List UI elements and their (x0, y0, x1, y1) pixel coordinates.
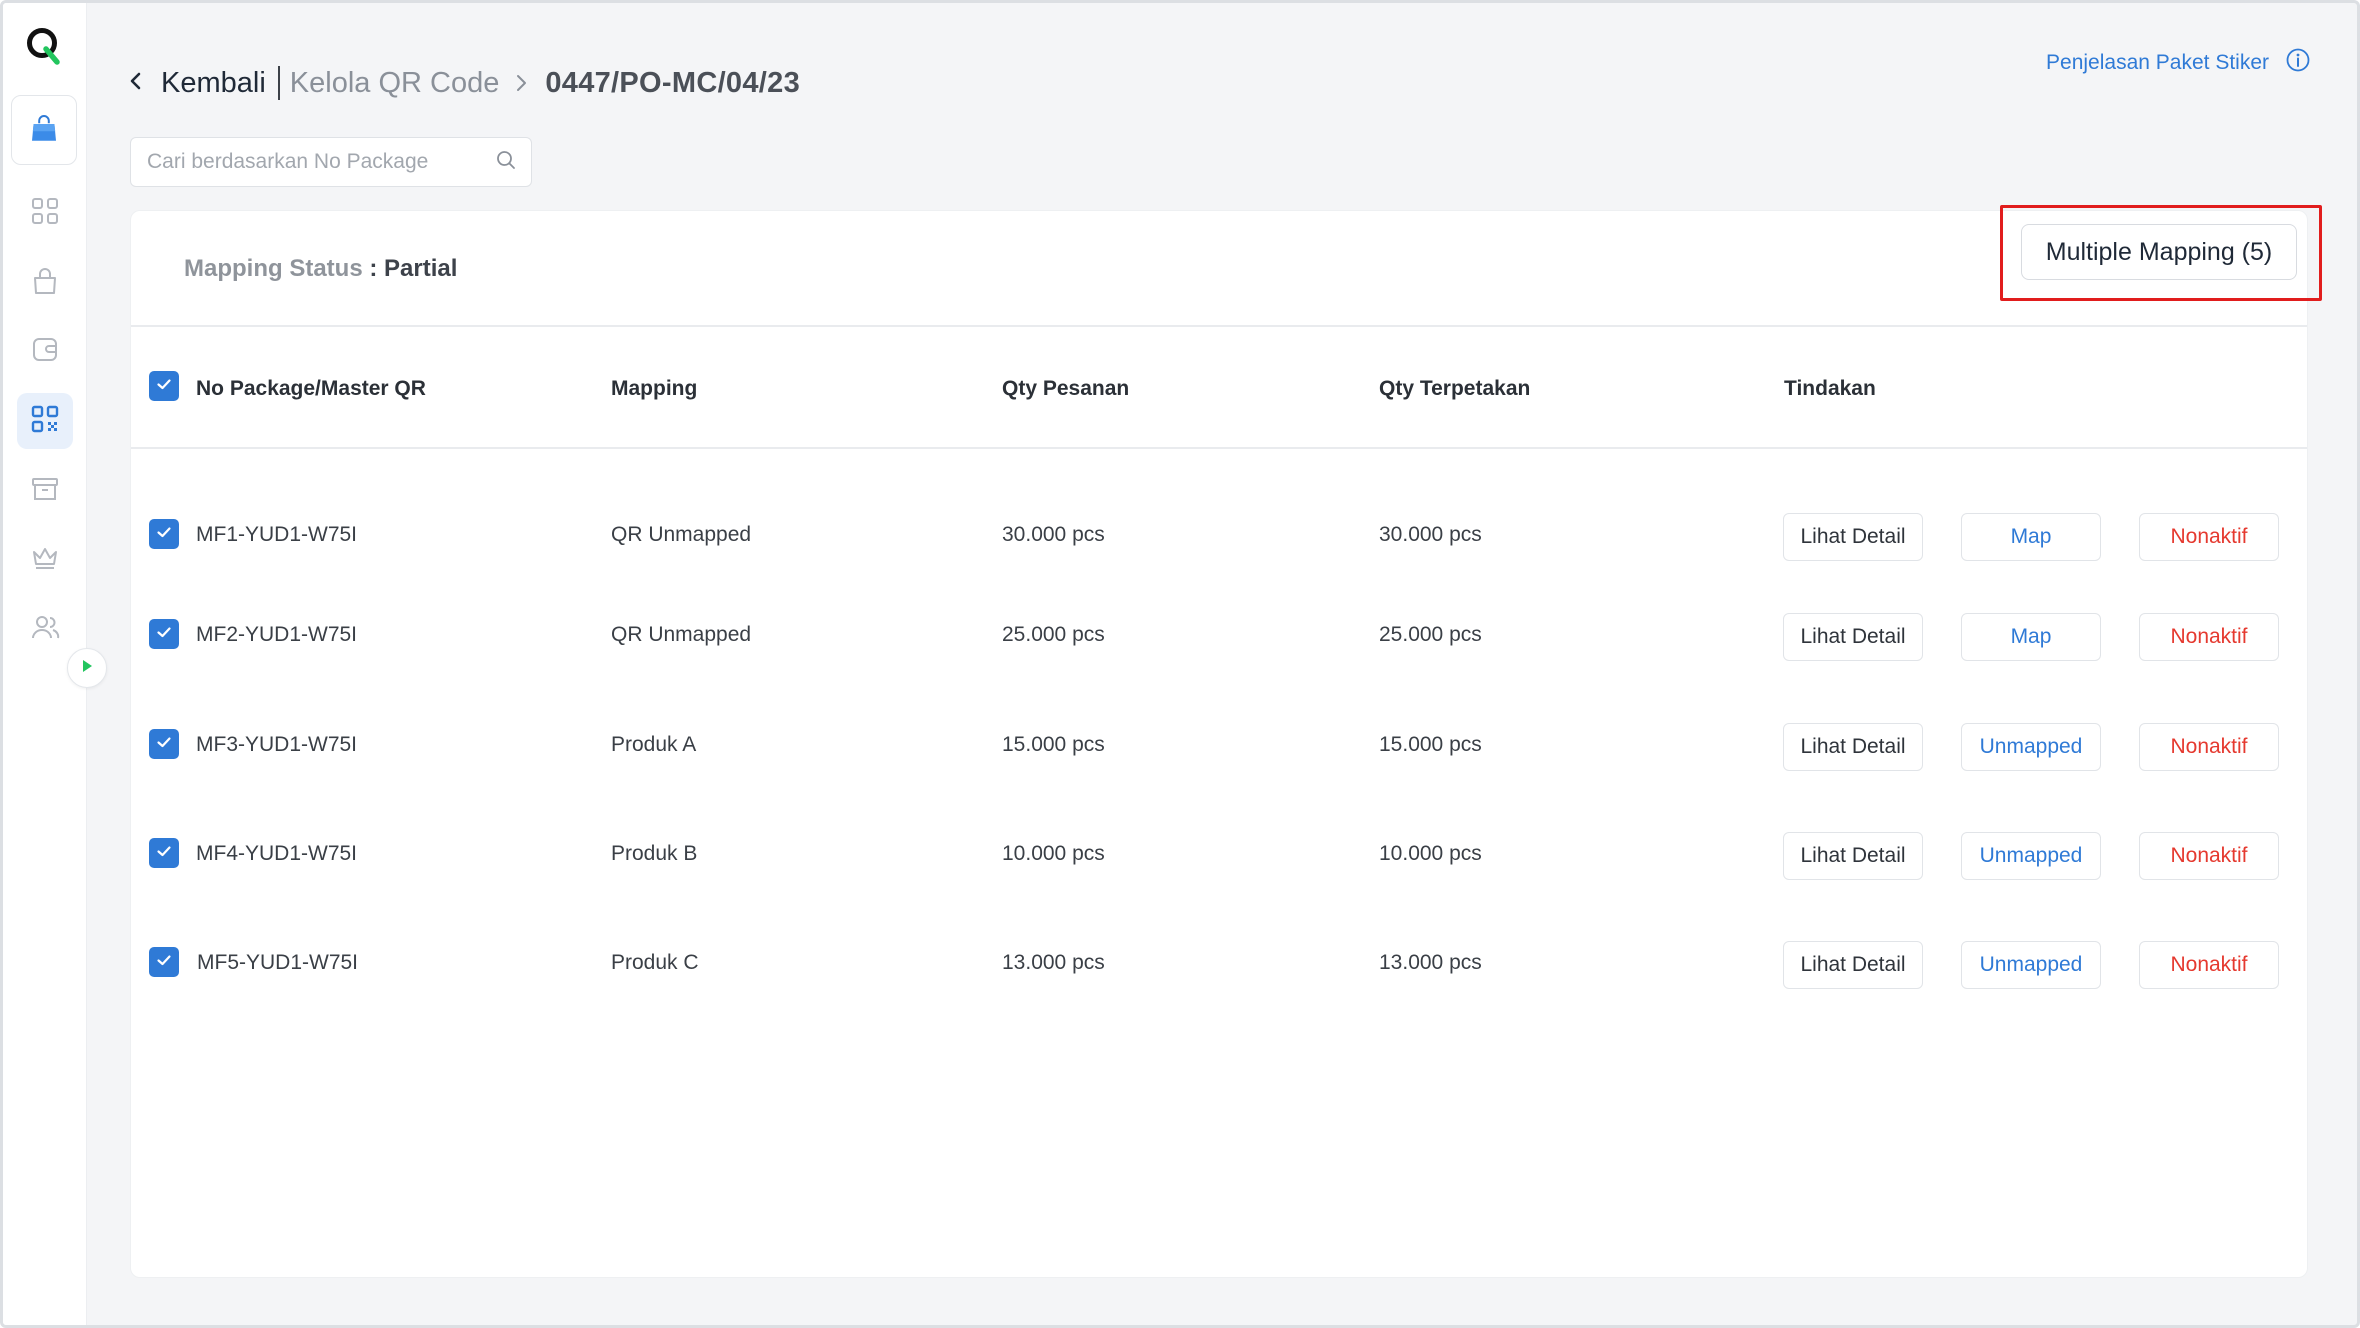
search-icon[interactable] (495, 149, 517, 176)
multiple-mapping-button[interactable]: Multiple Mapping (5) (2021, 224, 2297, 280)
column-header-actions: Tindakan (1784, 377, 1876, 400)
crown-icon (29, 541, 61, 578)
cell-mapping: Produk A (611, 733, 697, 756)
table-row: MF1-YUD1-W75I QR Unmapped 30.000 pcs 30.… (131, 513, 2307, 573)
checkmark-icon (154, 732, 174, 757)
checkmark-icon (154, 841, 174, 866)
cell-qty-printed: 13.000 pcs (1379, 951, 1482, 974)
unmap-button[interactable]: Unmapped (1961, 941, 2101, 989)
deactivate-button[interactable]: Nonaktif (2139, 941, 2279, 989)
sidebar-item-wallet[interactable] (17, 323, 73, 379)
row-checkbox[interactable] (149, 838, 179, 868)
deactivate-button[interactable]: Nonaktif (2139, 832, 2279, 880)
cell-mapping: Produk C (611, 951, 699, 974)
deactivate-button[interactable]: Nonaktif (2139, 723, 2279, 771)
unmap-button[interactable]: Unmapped (1961, 832, 2101, 880)
shopping-bag-icon (28, 112, 60, 149)
cell-mapping: Produk B (611, 842, 698, 865)
help-link-label: Penjelasan Paket Stiker (2046, 51, 2269, 74)
mapping-card: Mapping Status : Partial Multiple Mappin… (130, 205, 2322, 1278)
deactivate-button[interactable]: Nonaktif (2139, 613, 2279, 661)
view-detail-button[interactable]: Lihat Detail (1783, 513, 1923, 561)
cell-qty-printed: 15.000 pcs (1379, 733, 1482, 756)
cell-package: MF1-YUD1-W75I (196, 523, 358, 546)
table-row: MF3-YUD1-W75I Produk A 15.000 pcs 15.000… (131, 723, 2307, 783)
sidebar-expand-button[interactable] (67, 648, 107, 688)
column-header-package: No Package/Master QR (196, 377, 426, 400)
sidebar-item-orders[interactable] (17, 255, 73, 311)
chevron-right-icon (513, 72, 531, 94)
cell-qty-order: 30.000 pcs (1002, 523, 1105, 546)
chevron-left-icon (125, 67, 161, 100)
checkmark-icon (154, 950, 174, 975)
search-input[interactable] (147, 150, 495, 174)
cell-package: MF2-YUD1-W75I (196, 623, 358, 646)
map-button[interactable]: Map (1961, 513, 2101, 561)
checkmark-icon (154, 374, 174, 399)
cell-qty-printed: 10.000 pcs (1379, 842, 1482, 865)
sidebar-item-rewards[interactable] (17, 531, 73, 587)
breadcrumb-divider (277, 66, 280, 100)
column-header-qty-order: Qty Pesanan (1002, 377, 1130, 400)
cell-package: MF4-YUD1-W75I (196, 842, 358, 865)
mapping-status: Mapping Status : Partial (184, 255, 457, 283)
users-icon (29, 611, 61, 648)
mapping-status-bar: Mapping Status : Partial Multiple Mappin… (131, 205, 2322, 327)
mapping-status-value: Partial (384, 255, 458, 282)
table-row: MF2-YUD1-W75I QR Unmapped 25.000 pcs 25.… (131, 613, 2307, 673)
row-checkbox[interactable] (149, 519, 179, 549)
breadcrumb-parent-link[interactable]: Kelola QR Code (290, 67, 500, 100)
cell-mapping: QR Unmapped (611, 523, 752, 546)
play-icon (79, 658, 95, 679)
row-checkbox[interactable] (149, 947, 179, 977)
table-header: No Package/Master QR Mapping Qty Pesanan… (131, 329, 2307, 449)
select-all-checkbox[interactable] (149, 371, 179, 401)
cell-qty-printed: 30.000 pcs (1379, 523, 1482, 546)
wallet-icon (29, 333, 61, 370)
cell-package: MF3-YUD1-W75I (196, 733, 358, 756)
row-checkbox[interactable] (149, 619, 179, 649)
view-detail-button[interactable]: Lihat Detail (1783, 832, 1923, 880)
column-header-qty-printed: Qty Terpetakan (1379, 377, 1531, 400)
sidebar-item-shop[interactable] (11, 95, 77, 165)
cell-qty-order: 13.000 pcs (1002, 951, 1105, 974)
view-detail-button[interactable]: Lihat Detail (1783, 723, 1923, 771)
search-box (130, 137, 532, 187)
unmap-button[interactable]: Unmapped (1961, 723, 2101, 771)
row-checkbox[interactable] (149, 729, 179, 759)
sidebar-item-qr-code[interactable] (17, 393, 73, 449)
breadcrumb: Kembali Kelola QR Code 0447/PO-MC/04/23 (125, 61, 800, 105)
bag-icon (29, 265, 61, 302)
table-row: MF4-YUD1-W75I Produk B 10.000 pcs 10.000… (131, 832, 2307, 892)
dashboard-grid-icon (29, 195, 61, 232)
archive-box-icon (29, 473, 61, 510)
cell-qty-printed: 25.000 pcs (1379, 623, 1482, 646)
help-link[interactable]: Penjelasan Paket Stiker (2046, 47, 2311, 79)
back-link[interactable]: Kembali (125, 67, 266, 100)
app-window: Kembali Kelola QR Code 0447/PO-MC/04/23 … (0, 0, 2360, 1328)
breadcrumb-current: 0447/PO-MC/04/23 (545, 66, 800, 99)
view-detail-button[interactable]: Lihat Detail (1783, 613, 1923, 661)
sidebar-item-archive[interactable] (17, 463, 73, 519)
cell-mapping: QR Unmapped (611, 623, 752, 646)
deactivate-button[interactable]: Nonaktif (2139, 513, 2279, 561)
cell-qty-order: 25.000 pcs (1002, 623, 1105, 646)
info-icon (2269, 47, 2311, 79)
sidebar-item-users[interactable] (17, 601, 73, 657)
cell-qty-order: 10.000 pcs (1002, 842, 1105, 865)
sidebar-item-dashboard[interactable] (17, 185, 73, 241)
mapping-status-label: Mapping Status (184, 255, 363, 282)
column-header-mapping: Mapping (611, 377, 698, 400)
mapping-status-separator: : (362, 255, 384, 282)
qr-code-icon (29, 403, 61, 440)
map-button[interactable]: Map (1961, 613, 2101, 661)
cell-qty-order: 15.000 pcs (1002, 733, 1105, 756)
table-row: MF5-YUD1-W75I Produk C 13.000 pcs 13.000… (131, 941, 2307, 1001)
checkmark-icon (154, 522, 174, 547)
checkmark-icon (154, 622, 174, 647)
back-label: Kembali (161, 66, 266, 99)
view-detail-button[interactable]: Lihat Detail (1783, 941, 1923, 989)
app-logo (25, 25, 63, 65)
cell-package: MF5-YUD1-W75I (197, 951, 359, 974)
